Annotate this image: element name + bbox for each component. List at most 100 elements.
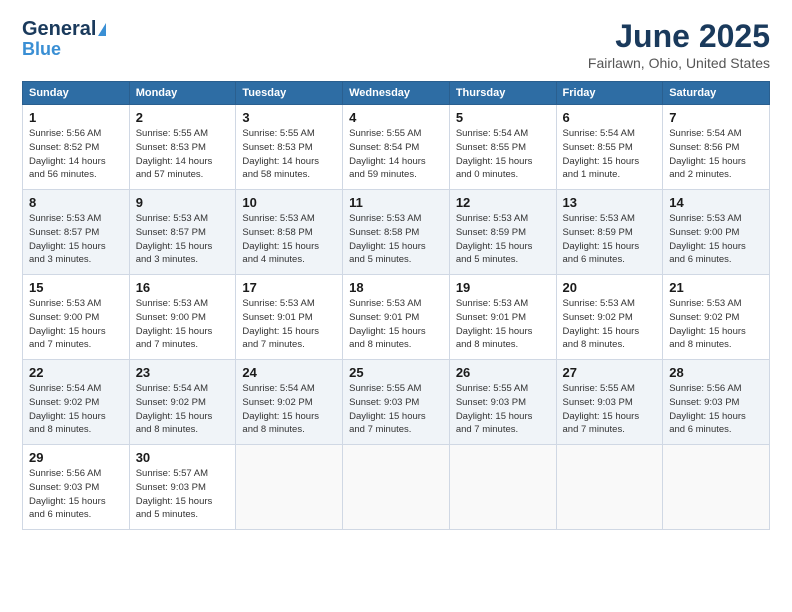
day-info: Sunrise: 5:53 AM Sunset: 9:02 PM Dayligh… (563, 297, 657, 352)
calendar-page: General Blue June 2025 Fairlawn, Ohio, U… (0, 0, 792, 612)
day-info: Sunrise: 5:56 AM Sunset: 9:03 PM Dayligh… (669, 382, 763, 437)
day-info: Sunrise: 5:53 AM Sunset: 9:02 PM Dayligh… (669, 297, 763, 352)
calendar-cell: 23 Sunrise: 5:54 AM Sunset: 9:02 PM Dayli… (129, 360, 236, 445)
title-block: June 2025 Fairlawn, Ohio, United States (588, 18, 770, 71)
header: General Blue June 2025 Fairlawn, Ohio, U… (22, 18, 770, 71)
day-number: 22 (29, 365, 123, 380)
day-number: 28 (669, 365, 763, 380)
calendar-cell: 27 Sunrise: 5:55 AM Sunset: 9:03 PM Dayli… (556, 360, 663, 445)
week-row-2: 8 Sunrise: 5:53 AM Sunset: 8:57 PM Daylig… (23, 190, 770, 275)
day-number: 26 (456, 365, 550, 380)
calendar-cell: 18Sunrise: 5:53 AM Sunset: 9:01 PM Dayli… (343, 275, 450, 360)
calendar-cell: 1 Sunrise: 5:56 AM Sunset: 8:52 PM Daylig… (23, 105, 130, 190)
week-row-3: 15 Sunrise: 5:53 AM Sunset: 9:00 PM Dayli… (23, 275, 770, 360)
day-info: Sunrise: 5:54 AM Sunset: 8:55 PM Dayligh… (563, 127, 657, 182)
calendar-cell: 14 Sunrise: 5:53 AM Sunset: 9:00 PM Dayli… (663, 190, 770, 275)
day-info: Sunrise: 5:53 AM Sunset: 9:01 PM Dayligh… (456, 297, 550, 352)
day-number: 5 (456, 110, 550, 125)
calendar-cell (236, 445, 343, 530)
day-info: Sunrise: 5:54 AM Sunset: 8:56 PM Dayligh… (669, 127, 763, 182)
main-title: June 2025 (588, 18, 770, 55)
day-info: Sunrise: 5:53 AM Sunset: 9:01 PM Dayligh… (242, 297, 336, 352)
day-info: Sunrise: 5:57 AM Sunset: 9:03 PM Dayligh… (136, 467, 230, 522)
col-header-saturday: Saturday (663, 82, 770, 105)
calendar-cell: 13 Sunrise: 5:53 AM Sunset: 8:59 PM Dayli… (556, 190, 663, 275)
day-number: 6 (563, 110, 657, 125)
day-info: Sunrise: 5:56 AM Sunset: 8:52 PM Dayligh… (29, 127, 123, 182)
calendar-cell: 16 Sunrise: 5:53 AM Sunset: 9:00 PM Dayli… (129, 275, 236, 360)
calendar-cell: 4Sunrise: 5:55 AM Sunset: 8:54 PM Daylig… (343, 105, 450, 190)
calendar-cell (556, 445, 663, 530)
week-row-1: 1 Sunrise: 5:56 AM Sunset: 8:52 PM Daylig… (23, 105, 770, 190)
day-number: 19 (456, 280, 550, 295)
day-info: Sunrise: 5:53 AM Sunset: 8:58 PM Dayligh… (349, 212, 443, 267)
subtitle: Fairlawn, Ohio, United States (588, 55, 770, 71)
calendar-cell: 22 Sunrise: 5:54 AM Sunset: 9:02 PM Dayli… (23, 360, 130, 445)
calendar-cell: 3Sunrise: 5:55 AM Sunset: 8:53 PM Daylig… (236, 105, 343, 190)
day-number: 15 (29, 280, 123, 295)
col-header-tuesday: Tuesday (236, 82, 343, 105)
calendar-cell: 26 Sunrise: 5:55 AM Sunset: 9:03 PM Dayli… (449, 360, 556, 445)
calendar-cell: 20 Sunrise: 5:53 AM Sunset: 9:02 PM Dayli… (556, 275, 663, 360)
day-info: Sunrise: 5:53 AM Sunset: 9:00 PM Dayligh… (669, 212, 763, 267)
day-number: 23 (136, 365, 230, 380)
day-info: Sunrise: 5:53 AM Sunset: 9:01 PM Dayligh… (349, 297, 443, 352)
day-number: 29 (29, 450, 123, 465)
calendar-cell: 29 Sunrise: 5:56 AM Sunset: 9:03 PM Dayli… (23, 445, 130, 530)
day-info: Sunrise: 5:53 AM Sunset: 8:57 PM Dayligh… (136, 212, 230, 267)
calendar-cell: 10Sunrise: 5:53 AM Sunset: 8:58 PM Dayli… (236, 190, 343, 275)
week-row-4: 22 Sunrise: 5:54 AM Sunset: 9:02 PM Dayli… (23, 360, 770, 445)
calendar-cell: 12 Sunrise: 5:53 AM Sunset: 8:59 PM Dayli… (449, 190, 556, 275)
calendar-cell (343, 445, 450, 530)
day-number: 21 (669, 280, 763, 295)
day-info: Sunrise: 5:54 AM Sunset: 9:02 PM Dayligh… (242, 382, 336, 437)
day-number: 1 (29, 110, 123, 125)
calendar-cell: 2Sunrise: 5:55 AM Sunset: 8:53 PM Daylig… (129, 105, 236, 190)
col-header-thursday: Thursday (449, 82, 556, 105)
day-info: Sunrise: 5:53 AM Sunset: 9:00 PM Dayligh… (29, 297, 123, 352)
day-number: 10 (242, 195, 336, 210)
day-info: Sunrise: 5:55 AM Sunset: 9:03 PM Dayligh… (563, 382, 657, 437)
day-info: Sunrise: 5:53 AM Sunset: 8:57 PM Dayligh… (29, 212, 123, 267)
calendar-cell: 6 Sunrise: 5:54 AM Sunset: 8:55 PM Daylig… (556, 105, 663, 190)
logo-blue-text: Blue (22, 40, 61, 60)
header-row: SundayMondayTuesdayWednesdayThursdayFrid… (23, 82, 770, 105)
day-info: Sunrise: 5:55 AM Sunset: 8:53 PM Dayligh… (136, 127, 230, 182)
logo-triangle-icon (98, 23, 106, 36)
calendar-cell: 19 Sunrise: 5:53 AM Sunset: 9:01 PM Dayli… (449, 275, 556, 360)
day-info: Sunrise: 5:54 AM Sunset: 8:55 PM Dayligh… (456, 127, 550, 182)
day-info: Sunrise: 5:55 AM Sunset: 9:03 PM Dayligh… (349, 382, 443, 437)
day-number: 24 (242, 365, 336, 380)
calendar-cell: 28 Sunrise: 5:56 AM Sunset: 9:03 PM Dayli… (663, 360, 770, 445)
calendar-cell: 17Sunrise: 5:53 AM Sunset: 9:01 PM Dayli… (236, 275, 343, 360)
calendar-cell: 11 Sunrise: 5:53 AM Sunset: 8:58 PM Dayli… (343, 190, 450, 275)
day-number: 8 (29, 195, 123, 210)
day-info: Sunrise: 5:55 AM Sunset: 9:03 PM Dayligh… (456, 382, 550, 437)
day-info: Sunrise: 5:54 AM Sunset: 9:02 PM Dayligh… (29, 382, 123, 437)
day-number: 12 (456, 195, 550, 210)
day-info: Sunrise: 5:56 AM Sunset: 9:03 PM Dayligh… (29, 467, 123, 522)
calendar-cell: 21 Sunrise: 5:53 AM Sunset: 9:02 PM Dayli… (663, 275, 770, 360)
day-number: 16 (136, 280, 230, 295)
day-number: 27 (563, 365, 657, 380)
day-number: 9 (136, 195, 230, 210)
logo: General Blue (22, 18, 106, 60)
day-info: Sunrise: 5:53 AM Sunset: 9:00 PM Dayligh… (136, 297, 230, 352)
day-number: 11 (349, 195, 443, 210)
day-info: Sunrise: 5:53 AM Sunset: 8:59 PM Dayligh… (456, 212, 550, 267)
calendar-cell: 8 Sunrise: 5:53 AM Sunset: 8:57 PM Daylig… (23, 190, 130, 275)
day-number: 25 (349, 365, 443, 380)
calendar-cell (449, 445, 556, 530)
calendar-cell: 5 Sunrise: 5:54 AM Sunset: 8:55 PM Daylig… (449, 105, 556, 190)
col-header-friday: Friday (556, 82, 663, 105)
week-row-5: 29 Sunrise: 5:56 AM Sunset: 9:03 PM Dayli… (23, 445, 770, 530)
day-info: Sunrise: 5:53 AM Sunset: 8:59 PM Dayligh… (563, 212, 657, 267)
day-number: 14 (669, 195, 763, 210)
day-number: 20 (563, 280, 657, 295)
col-header-wednesday: Wednesday (343, 82, 450, 105)
day-info: Sunrise: 5:54 AM Sunset: 9:02 PM Dayligh… (136, 382, 230, 437)
calendar-cell: 24 Sunrise: 5:54 AM Sunset: 9:02 PM Dayli… (236, 360, 343, 445)
calendar-cell: 9 Sunrise: 5:53 AM Sunset: 8:57 PM Daylig… (129, 190, 236, 275)
calendar-cell (663, 445, 770, 530)
day-number: 13 (563, 195, 657, 210)
